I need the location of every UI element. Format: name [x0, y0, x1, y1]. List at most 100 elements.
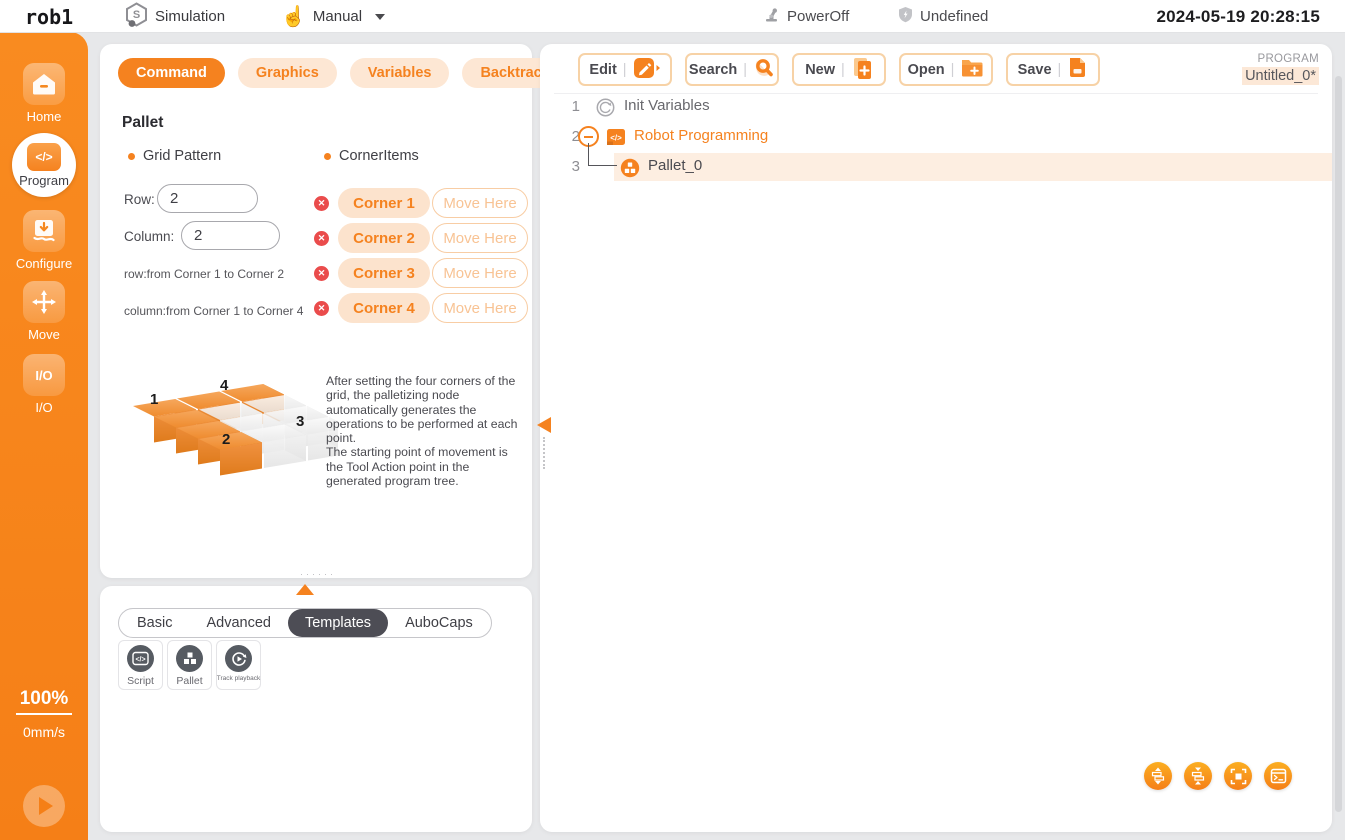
open-button[interactable]: Open| [899, 53, 993, 86]
svg-text:S: S [133, 9, 140, 21]
delete-corner-icon[interactable]: ✕ [314, 196, 329, 211]
delete-corner-icon[interactable]: ✕ [314, 266, 329, 281]
program-caption: PROGRAM [1257, 53, 1319, 65]
tree-node-label: Pallet_0 [648, 157, 702, 174]
program-code-icon: </> [27, 143, 61, 171]
speed-percent[interactable]: 100% [0, 688, 88, 715]
tab-templates[interactable]: Templates [288, 609, 388, 637]
search-button-label: Search [689, 62, 737, 78]
description-line-1: After setting the four corners of the gr… [326, 374, 524, 445]
simulation-icon: S [125, 2, 148, 31]
template-track-playback[interactable]: Track playback [216, 640, 261, 690]
focus-node-button[interactable] [1224, 762, 1252, 790]
tab-aubocaps[interactable]: AuboCaps [388, 609, 490, 637]
expand-all-icon [1150, 767, 1166, 785]
sidebar-item-io[interactable]: I/O I/O [0, 354, 88, 415]
new-file-icon [851, 56, 873, 84]
search-icon [753, 57, 775, 83]
corner-1-button[interactable]: Corner 1 [338, 188, 430, 218]
delete-corner-icon[interactable]: ✕ [314, 231, 329, 246]
left-sidebar: Home </> Program Configure [0, 32, 88, 840]
move-here-button[interactable]: Move Here [432, 293, 528, 323]
selected-row-highlight [614, 153, 1332, 181]
line-number: 1 [562, 98, 580, 115]
sidebar-item-program[interactable]: </> Program [12, 133, 76, 197]
tab-basic[interactable]: Basic [120, 609, 189, 637]
play-button[interactable] [23, 785, 65, 827]
top-header: rob1 S Simulation ☝ Manual [0, 0, 1345, 33]
pallet-node-icon [620, 158, 640, 183]
tree-node-label: Robot Programming [634, 127, 768, 144]
grid-pattern-section: Grid Pattern [128, 148, 221, 164]
new-button[interactable]: New| [792, 53, 886, 86]
edit-button[interactable]: Edit| [578, 53, 672, 86]
row-input[interactable] [157, 184, 258, 213]
home-icon [23, 63, 65, 105]
sidebar-item-move[interactable]: Move [0, 281, 88, 342]
description-line-2: The starting point of movement is the To… [326, 445, 524, 488]
delete-corner-icon[interactable]: ✕ [314, 301, 329, 316]
power-status[interactable]: PowerOff [763, 0, 849, 33]
corner-items-label: CornerItems [339, 148, 419, 164]
edit-button-label: Edit [589, 62, 616, 78]
panel-drag-dots[interactable]: ······ [300, 569, 336, 579]
tab-command[interactable]: Command [118, 58, 225, 88]
template-script[interactable]: </> Script [118, 640, 163, 690]
corner-row-2: ✕ Corner 2 Move Here [314, 223, 528, 253]
template-label: Track playback [217, 675, 260, 682]
move-here-button[interactable]: Move Here [432, 188, 528, 218]
sidebar-item-label: I/O [35, 400, 52, 415]
sidebar-item-configure[interactable]: Configure [0, 210, 88, 271]
tab-advanced[interactable]: Advanced [189, 609, 288, 637]
library-tabs: Basic Advanced Templates AuboCaps [118, 608, 492, 638]
corner-2-marker: 2 [222, 431, 230, 448]
tab-variables[interactable]: Variables [350, 58, 450, 88]
save-button[interactable]: Save| [1006, 53, 1100, 86]
play-icon [39, 797, 53, 815]
track-playback-icon [225, 645, 252, 672]
script-icon: </> [127, 645, 154, 672]
move-here-button[interactable]: Move Here [432, 223, 528, 253]
svg-text:</>: </> [135, 657, 145, 664]
bullet-icon [128, 153, 135, 160]
tree-row-pallet[interactable]: 3 Pallet_0 [540, 153, 1332, 181]
tree-row-robot-programming[interactable]: 2 </> Robot Programming [540, 123, 1332, 151]
template-label: Script [127, 675, 154, 687]
corner-3-button[interactable]: Corner 3 [338, 258, 430, 288]
expand-all-button[interactable] [1144, 762, 1172, 790]
mode-selector[interactable]: ☝ Manual [281, 0, 385, 33]
console-log-button[interactable] [1264, 762, 1292, 790]
column-input[interactable] [181, 221, 280, 250]
safety-status[interactable]: Undefined [898, 0, 988, 33]
manual-hand-icon: ☝ [281, 7, 306, 27]
pallet-icon [176, 645, 203, 672]
shield-icon [898, 6, 913, 27]
expand-panel-arrow-icon[interactable] [296, 584, 314, 595]
move-here-button[interactable]: Move Here [432, 258, 528, 288]
window-scrollbar[interactable] [1335, 76, 1342, 812]
collapse-panel-arrow-icon[interactable] [537, 417, 551, 433]
mode-label: Manual [313, 8, 362, 25]
corner-2-button[interactable]: Corner 2 [338, 223, 430, 253]
collapse-all-button[interactable] [1184, 762, 1212, 790]
corner-4-button[interactable]: Corner 4 [338, 293, 430, 323]
svg-text:</>: </> [610, 134, 622, 143]
simulation-status[interactable]: S Simulation [125, 0, 225, 33]
bullet-icon [324, 153, 331, 160]
robot-name: rob1 [25, 0, 73, 33]
power-label: PowerOff [787, 8, 849, 25]
node-library-panel: Basic Advanced Templates AuboCaps </> Sc… [100, 586, 532, 832]
collapse-all-icon [1190, 767, 1206, 785]
search-button[interactable]: Search| [685, 53, 779, 86]
program-name[interactable]: Untitled_0* [1242, 67, 1319, 85]
corner-row-3: ✕ Corner 3 Move Here [314, 258, 528, 288]
tree-row-init-variables[interactable]: 1 Init Variables [540, 93, 1332, 121]
sidebar-item-home[interactable]: Home [0, 63, 88, 124]
open-button-label: Open [908, 62, 945, 78]
datetime: 2024-05-19 20:28:15 [1156, 0, 1320, 33]
template-pallet[interactable]: Pallet [167, 640, 212, 690]
tab-graphics[interactable]: Graphics [238, 58, 337, 88]
open-folder-icon [960, 57, 984, 82]
sidebar-item-label: Program [19, 173, 69, 188]
focus-icon [1230, 768, 1247, 785]
